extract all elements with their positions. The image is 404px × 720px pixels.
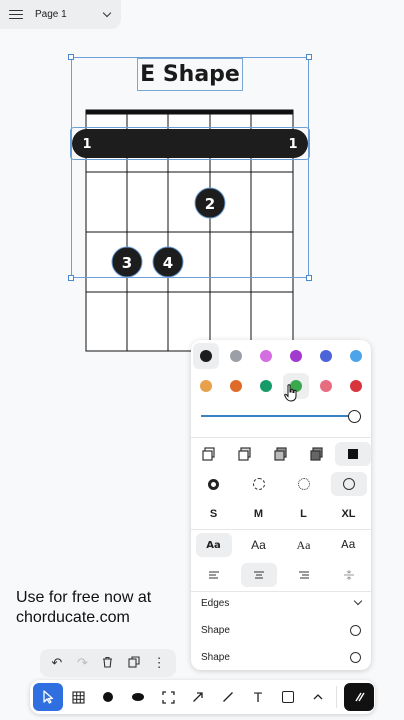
color-swatch-light-blue[interactable] (343, 343, 369, 369)
frame-tool-icon[interactable] (153, 683, 183, 711)
toolbar-divider (336, 686, 337, 708)
shape-option-2[interactable]: Shape (191, 644, 371, 670)
align-center-icon[interactable] (240, 563, 277, 587)
size-s-button[interactable]: S (196, 502, 232, 526)
font-row: Aa Aa Aa Aa (191, 533, 371, 557)
more-options-icon[interactable]: ⋮ (151, 655, 167, 671)
size-m-button[interactable]: M (241, 502, 277, 526)
magic-tool-icon[interactable] (344, 683, 374, 711)
rectangle-tool-icon[interactable] (273, 683, 303, 711)
resize-handle[interactable] (68, 275, 74, 281)
fill-row (191, 442, 371, 466)
shape-label: Shape (201, 624, 230, 636)
promo-line-2: chorducate.com (16, 609, 130, 626)
font-serif-button[interactable]: Aa (286, 533, 322, 557)
dot-tool-icon[interactable] (93, 683, 123, 711)
color-swatch-grey[interactable] (223, 343, 249, 369)
opacity-slider-track[interactable] (201, 415, 353, 417)
color-swatch-blue[interactable] (313, 343, 339, 369)
color-swatch-violet[interactable] (283, 343, 309, 369)
undo-icon[interactable]: ↶ (49, 655, 65, 671)
resize-handle[interactable] (68, 54, 74, 60)
align-right-icon[interactable] (286, 563, 322, 587)
promo-line-1: Use for free now at (16, 589, 152, 606)
fill-pattern-icon[interactable] (299, 442, 335, 466)
color-row-2 (191, 373, 371, 399)
redo-icon[interactable]: ↷ (74, 655, 90, 671)
line-tool-icon[interactable] (213, 683, 243, 711)
color-swatch-light-violet[interactable] (253, 343, 279, 369)
fill-solid-icon[interactable] (263, 442, 299, 466)
font-sans-button[interactable]: Aa (241, 533, 277, 557)
resize-handle[interactable] (306, 54, 312, 60)
action-bar: ↶ ↷ ⋮ (40, 649, 176, 677)
circle-icon (350, 651, 361, 663)
fill-filled-icon[interactable] (335, 442, 371, 466)
barre-selection-outline (70, 127, 310, 160)
stroke-dotted-icon[interactable] (286, 472, 322, 496)
shape-option-1[interactable]: Shape (191, 617, 371, 643)
oval-tool-icon[interactable] (123, 683, 153, 711)
stroke-row (191, 472, 371, 496)
style-panel: S M L XL Aa Aa Aa Aa Edges Shape Shape (191, 340, 371, 670)
select-tool-icon[interactable] (33, 683, 63, 711)
color-swatch-green[interactable] (253, 373, 279, 399)
opacity-slider-knob[interactable] (348, 410, 361, 423)
trash-icon[interactable] (100, 656, 116, 671)
main-toolbar: T (30, 680, 375, 714)
align-row (191, 563, 371, 587)
text-tool-icon[interactable]: T (243, 683, 273, 711)
font-mono-button[interactable]: Aa (331, 533, 367, 557)
fill-semi-icon[interactable] (227, 442, 263, 466)
divider (191, 437, 371, 438)
grid-tool-icon[interactable] (63, 683, 93, 711)
align-left-icon[interactable] (196, 563, 232, 587)
color-swatch-black[interactable] (193, 343, 219, 369)
color-swatch-light-red[interactable] (313, 373, 339, 399)
size-l-button[interactable]: L (286, 502, 322, 526)
color-swatch-orange[interactable] (223, 373, 249, 399)
chevron-down-icon (353, 596, 363, 606)
hand-cursor-icon (284, 384, 297, 402)
shape-label: Shape (201, 651, 230, 663)
stroke-solid-icon[interactable] (330, 472, 367, 496)
promo-text: Use for free now at chorducate.com (16, 588, 151, 628)
stroke-draw-icon[interactable] (196, 472, 232, 496)
edges-label: Edges (201, 597, 230, 609)
size-row: S M L XL (191, 502, 371, 526)
duplicate-icon[interactable] (126, 655, 142, 671)
fill-none-icon[interactable] (191, 442, 227, 466)
stroke-dashed-icon[interactable] (241, 472, 277, 496)
vertical-align-icon[interactable] (331, 563, 367, 587)
size-xl-button[interactable]: XL (331, 502, 367, 526)
color-swatch-red[interactable] (343, 373, 369, 399)
resize-handle[interactable] (306, 275, 312, 281)
color-row-1 (191, 343, 371, 369)
font-draw-button[interactable]: Aa (195, 533, 232, 557)
arrow-tool-icon[interactable] (183, 683, 213, 711)
chord-title[interactable]: E Shape (137, 58, 243, 91)
circle-icon (350, 624, 361, 636)
divider (191, 529, 371, 530)
edges-dropdown[interactable]: Edges (191, 590, 371, 616)
color-swatch-yellow[interactable] (193, 373, 219, 399)
chevron-up-icon[interactable] (303, 683, 333, 711)
